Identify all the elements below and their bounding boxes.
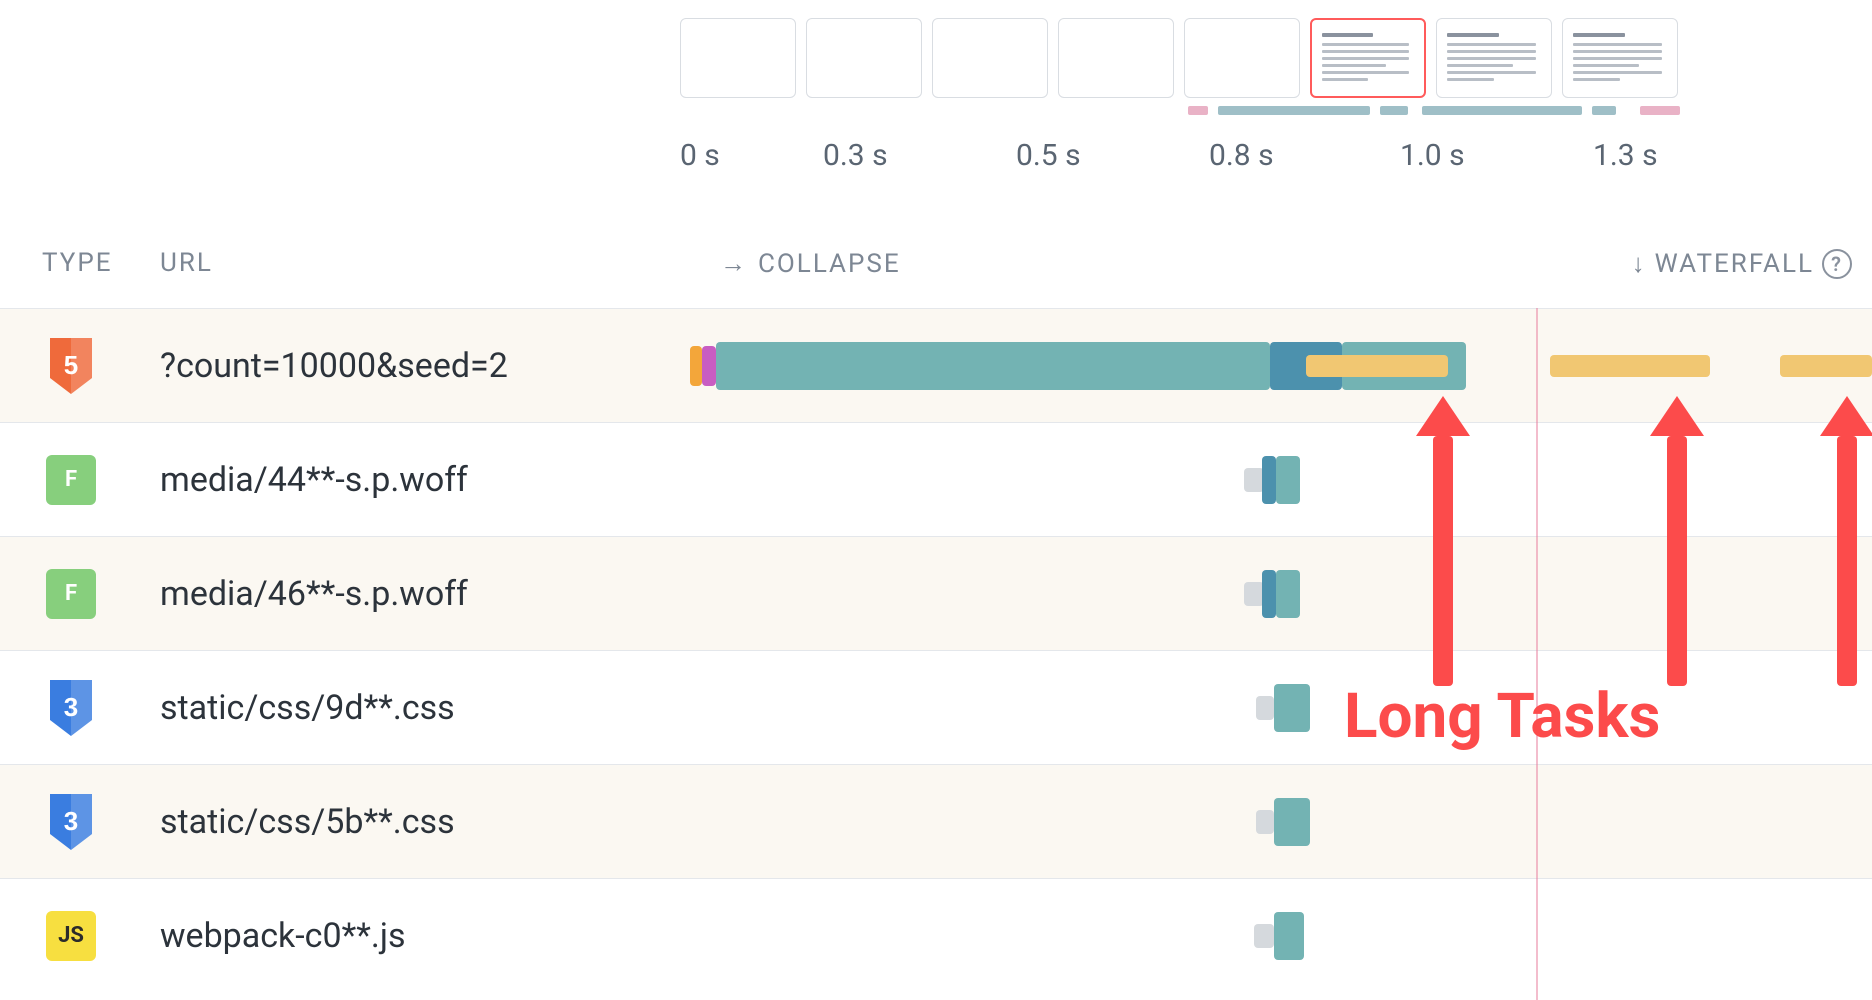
collapse-label: COLLAPSE	[758, 249, 901, 279]
filmstrip-frame[interactable]	[1436, 18, 1552, 98]
waterfall-segment	[716, 342, 1270, 390]
waterfall-label: WATERFALL	[1655, 249, 1814, 279]
col-type-header: TYPE	[42, 248, 113, 278]
filmstrip-frame[interactable]	[806, 18, 922, 98]
svg-text:3: 3	[64, 692, 78, 722]
waterfall-segment	[1256, 696, 1274, 720]
time-axis: 0 s 0.3 s 0.5 s 0.8 s 1.0 s 1.3 s	[0, 138, 1872, 188]
time-tick: 0.3 s	[823, 138, 888, 173]
filmstrip-frame[interactable]	[1184, 18, 1300, 98]
waterfall-segment	[1780, 355, 1872, 377]
filmstrip-microbars	[680, 106, 1872, 120]
filmstrip-frame[interactable]	[1310, 18, 1426, 98]
request-rows: 5 ?count=10000&seed=2 Fmedia/44**-s.p.woff…	[0, 308, 1872, 992]
collapse-button[interactable]: COLLAPSE	[720, 248, 901, 279]
microbar	[1188, 106, 1208, 115]
request-url: webpack-c0**.js	[160, 916, 406, 956]
table-row[interactable]: Fmedia/46**-s.p.woff	[0, 536, 1872, 650]
microbar	[1640, 106, 1680, 115]
arrow-right-icon	[720, 248, 748, 279]
time-tick: 1.3 s	[1593, 138, 1658, 173]
filmstrip-frame[interactable]	[1562, 18, 1678, 98]
font-icon: F	[46, 569, 96, 619]
request-url: media/46**-s.p.woff	[160, 574, 468, 614]
request-url: static/css/5b**.css	[160, 802, 455, 842]
font-icon: F	[46, 455, 96, 505]
filmstrip	[680, 18, 1872, 104]
microbar	[1422, 106, 1582, 115]
microbar	[1380, 106, 1408, 115]
waterfall-segment	[1274, 684, 1310, 732]
css-icon: 3	[46, 683, 96, 733]
svg-text:5: 5	[64, 350, 78, 380]
js-icon: JS	[46, 911, 96, 961]
waterfall-segment	[1306, 355, 1448, 377]
waterfall-segment	[1274, 798, 1310, 846]
waterfall-segment	[1274, 912, 1304, 960]
timing-marker-line	[1536, 308, 1538, 1000]
filmstrip-frame[interactable]	[932, 18, 1048, 98]
table-row[interactable]: 5 ?count=10000&seed=2	[0, 308, 1872, 422]
time-tick: 1.0 s	[1400, 138, 1465, 173]
col-url-header: URL	[160, 248, 213, 278]
waterfall-lane	[680, 879, 1872, 992]
waterfall-segment	[1254, 924, 1274, 948]
waterfall-sort-button[interactable]: WATERFALL ?	[1632, 248, 1852, 279]
waterfall-segment	[1276, 456, 1300, 504]
table-row[interactable]: JS webpack-c0**.js	[0, 878, 1872, 992]
filmstrip-frame[interactable]	[680, 18, 796, 98]
help-icon[interactable]: ?	[1822, 249, 1852, 279]
table-row[interactable]: 3 static/css/5b**.css	[0, 764, 1872, 878]
arrow-down-icon	[1632, 248, 1647, 279]
request-url: static/css/9d**.css	[160, 688, 455, 728]
table-column-headers: TYPE URL COLLAPSE WATERFALL ?	[0, 248, 1872, 296]
waterfall-segment	[1550, 355, 1710, 377]
html-icon: 5	[46, 341, 96, 391]
time-tick: 0.5 s	[1016, 138, 1081, 173]
waterfall-lane	[680, 765, 1872, 878]
waterfall-segment	[1276, 570, 1300, 618]
annotation-arrow-icon	[1416, 396, 1470, 686]
css-icon: 3	[46, 797, 96, 847]
filmstrip-frame[interactable]	[1058, 18, 1174, 98]
request-url: media/44**-s.p.woff	[160, 460, 468, 500]
annotation-text: Long Tasks	[1344, 680, 1660, 753]
waterfall-segment	[1262, 456, 1276, 504]
annotation-arrow-icon	[1650, 396, 1704, 686]
microbar	[1218, 106, 1370, 115]
svg-text:3: 3	[64, 806, 78, 836]
waterfall-segment	[1262, 570, 1276, 618]
waterfall-segment	[1244, 582, 1264, 606]
request-url: ?count=10000&seed=2	[160, 346, 508, 386]
time-tick: 0 s	[680, 138, 720, 173]
waterfall-segment	[702, 346, 716, 386]
waterfall-segment	[1256, 810, 1274, 834]
table-row[interactable]: Fmedia/44**-s.p.woff	[0, 422, 1872, 536]
annotation-arrow-icon	[1820, 396, 1872, 686]
waterfall-segment	[1244, 468, 1264, 492]
waterfall-segment	[690, 346, 702, 386]
microbar	[1592, 106, 1616, 115]
time-tick: 0.8 s	[1209, 138, 1274, 173]
